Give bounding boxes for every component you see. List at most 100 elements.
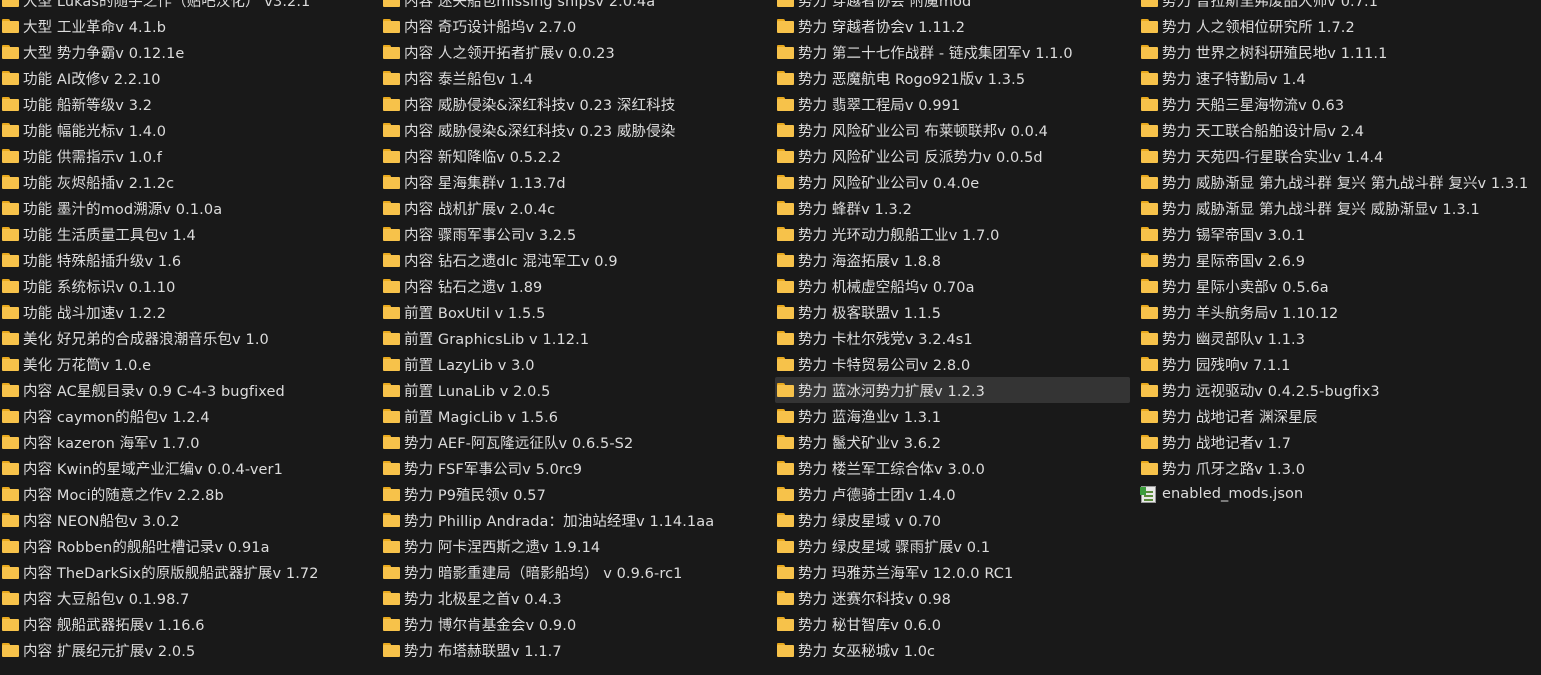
folder-item[interactable]: 功能 幅能光标v 1.4.0 (0, 117, 380, 143)
folder-item[interactable]: 内容 TheDarkSix的原版舰船武器扩展v 1.72 (0, 559, 380, 585)
folder-item[interactable]: 势力 女巫秘城v 1.0c (775, 637, 1130, 663)
folder-item[interactable]: 势力 恶魔航电 Rogo921版v 1.3.5 (775, 65, 1130, 91)
folder-item[interactable]: 势力 风险矿业公司 布莱顿联邦v 0.0.4 (775, 117, 1130, 143)
folder-item[interactable]: 势力 机械虚空船坞v 0.70a (775, 273, 1130, 299)
folder-item[interactable]: 内容 人之领开拓者扩展v 0.0.23 (381, 39, 771, 65)
folder-item[interactable]: 前置 GraphicsLib v 1.12.1 (381, 325, 771, 351)
folder-item[interactable]: 势力 天苑四-行星联合实业v 1.4.4 (1139, 143, 1541, 169)
folder-item[interactable]: 内容 Moci的随意之作v 2.2.8b (0, 481, 380, 507)
folder-item[interactable]: 势力 人之领相位研究所 1.7.2 (1139, 13, 1541, 39)
folder-item[interactable]: 功能 生活质量工具包v 1.4 (0, 221, 380, 247)
folder-item[interactable]: 势力 绿皮星域 骤雨扩展v 0.1 (775, 533, 1130, 559)
folder-item[interactable]: 势力 极客联盟v 1.1.5 (775, 299, 1130, 325)
folder-item[interactable]: 势力 P9殖民领v 0.57 (381, 481, 771, 507)
folder-item[interactable]: 势力 天船三星海物流v 0.63 (1139, 91, 1541, 117)
folder-item[interactable]: 内容 caymon的船包v 1.2.4 (0, 403, 380, 429)
folder-item[interactable]: 势力 蜂群v 1.3.2 (775, 195, 1130, 221)
folder-item[interactable]: 势力 布塔赫联盟v 1.1.7 (381, 637, 771, 663)
folder-item[interactable]: 势力 阿卡涅西斯之遗v 1.9.14 (381, 533, 771, 559)
folder-item[interactable]: 功能 AI改修v 2.2.10 (0, 65, 380, 91)
folder-item[interactable]: 前置 LunaLib v 2.0.5 (381, 377, 771, 403)
folder-item[interactable]: 内容 钻石之遗v 1.89 (381, 273, 771, 299)
folder-item[interactable]: 内容 Kwin的星域产业汇编v 0.0.4-ver1 (0, 455, 380, 481)
folder-item[interactable]: 势力 威胁渐显 第九战斗群 复兴 第九战斗群 复兴v 1.3.1 (1139, 169, 1541, 195)
folder-item[interactable]: 内容 奇巧设计船坞v 2.7.0 (381, 13, 771, 39)
folder-item[interactable]: 势力 卡特贸易公司v 2.8.0 (775, 351, 1130, 377)
folder-item[interactable]: 势力 第二十七作战群 - 链戍集团军v 1.1.0 (775, 39, 1130, 65)
folder-item[interactable]: 内容 大豆船包v 0.1.98.7 (0, 585, 380, 611)
folder-item[interactable]: 功能 供需指示v 1.0.f (0, 143, 380, 169)
folder-item[interactable]: 势力 远视驱动v 0.4.2.5-bugfix3 (1139, 377, 1541, 403)
folder-item[interactable]: 势力 星际帝国v 2.6.9 (1139, 247, 1541, 273)
folder-item[interactable]: 势力 世界之树科研殖民地v 1.11.1 (1139, 39, 1541, 65)
folder-item[interactable]: 前置 LazyLib v 3.0 (381, 351, 771, 377)
folder-item[interactable]: 内容 骤雨军事公司v 3.2.5 (381, 221, 771, 247)
folder-item[interactable]: 势力 穿越者协会 附魔mod (775, 0, 1130, 13)
folder-item[interactable]: 内容 星海集群v 1.13.7d (381, 169, 771, 195)
folder-item[interactable]: 内容 威胁侵染&深红科技v 0.23 深红科技 (381, 91, 771, 117)
folder-item[interactable]: 功能 战斗加速v 1.2.2 (0, 299, 380, 325)
folder-item[interactable]: 势力 绿皮星域 v 0.70 (775, 507, 1130, 533)
folder-item[interactable]: 势力 速子特勤局v 1.4 (1139, 65, 1541, 91)
folder-item[interactable]: 势力 迷赛尔科技v 0.98 (775, 585, 1130, 611)
folder-item[interactable]: 势力 暗影重建局（暗影船坞） v 0.9.6-rc1 (381, 559, 771, 585)
folder-item[interactable]: 内容 泰兰船包v 1.4 (381, 65, 771, 91)
folder-item[interactable]: 势力 海盗拓展v 1.8.8 (775, 247, 1130, 273)
folder-item[interactable]: 势力 园残响v 7.1.1 (1139, 351, 1541, 377)
folder-item[interactable]: 势力 穿越者协会v 1.11.2 (775, 13, 1130, 39)
folder-item[interactable]: 势力 天工联合船舶设计局v 2.4 (1139, 117, 1541, 143)
folder-item[interactable]: 势力 楼兰军工综合体v 3.0.0 (775, 455, 1130, 481)
folder-item[interactable]: 势力 Phillip Andrada：加油站经理v 1.14.1aa (381, 507, 771, 533)
folder-item[interactable]: 内容 AC星舰目录v 0.9 C-4-3 bugfixed (0, 377, 380, 403)
folder-item[interactable]: 势力 秘甘智库v 0.6.0 (775, 611, 1130, 637)
folder-item[interactable]: 大型 Lukas的随手之作（贴吧汉化） v3.2.1 (0, 0, 380, 13)
folder-item[interactable]: 内容 NEON船包v 3.0.2 (0, 507, 380, 533)
folder-item[interactable]: 势力 幽灵部队v 1.1.3 (1139, 325, 1541, 351)
folder-item[interactable]: 势力 翡翠工程局v 0.991 (775, 91, 1130, 117)
folder-item[interactable]: 美化 好兄弟的合成器浪潮音乐包v 1.0 (0, 325, 380, 351)
folder-item[interactable]: 内容 扩展纪元扩展v 2.0.5 (0, 637, 380, 663)
folder-item[interactable]: 势力 博尔肯基金会v 0.9.0 (381, 611, 771, 637)
folder-item[interactable]: 势力 北极星之首v 0.4.3 (381, 585, 771, 611)
folder-item[interactable]: 势力 风险矿业公司 反派势力v 0.0.5d (775, 143, 1130, 169)
folder-item[interactable]: 内容 威胁侵染&深红科技v 0.23 威胁侵染 (381, 117, 771, 143)
folder-item[interactable]: 势力 风险矿业公司v 0.4.0e (775, 169, 1130, 195)
file-item[interactable]: enabled_mods.json (1139, 481, 1541, 507)
folder-item[interactable]: 功能 系统标识v 0.1.10 (0, 273, 380, 299)
folder-item[interactable]: 势力 AEF-阿瓦隆远征队v 0.6.5-S2 (381, 429, 771, 455)
folder-item[interactable]: 势力 卡杜尔残党v 3.2.4s1 (775, 325, 1130, 351)
folder-item[interactable]: 势力 光环动力舰船工业v 1.7.0 (775, 221, 1130, 247)
folder-icon (383, 383, 400, 397)
folder-item[interactable]: 势力 战地记者v 1.7 (1139, 429, 1541, 455)
folder-item[interactable]: 势力 蓝冰河势力扩展v 1.2.3 (775, 377, 1130, 403)
folder-item[interactable]: 功能 船新等级v 3.2 (0, 91, 380, 117)
folder-item[interactable]: 内容 Robben的舰船吐槽记录v 0.91a (0, 533, 380, 559)
folder-item[interactable]: 内容 战机扩展v 2.0.4c (381, 195, 771, 221)
folder-item[interactable]: 大型 工业革命v 4.1.b (0, 13, 380, 39)
folder-item[interactable]: 功能 墨汁的mod溯源v 0.1.0a (0, 195, 380, 221)
folder-item[interactable]: 势力 星际小卖部v 0.5.6a (1139, 273, 1541, 299)
item-label: 势力 威胁渐显 第九战斗群 复兴 第九战斗群 复兴v 1.3.1 (1162, 175, 1529, 192)
folder-item[interactable]: 功能 灰烬船插v 2.1.2c (0, 169, 380, 195)
folder-item[interactable]: 势力 爪牙之路v 1.3.0 (1139, 455, 1541, 481)
folder-item[interactable]: 内容 钻石之遗dlc 混沌军工v 0.9 (381, 247, 771, 273)
folder-item[interactable]: 势力 玛雅苏兰海军v 12.0.0 RC1 (775, 559, 1130, 585)
folder-item[interactable]: 大型 势力争霸v 0.12.1e (0, 39, 380, 65)
folder-item[interactable]: 势力 普拉斯里弗废品大师v 0.7.1 (1139, 0, 1541, 13)
folder-item[interactable]: 内容 迷失船包missing shipsv 2.0.4a (381, 0, 771, 13)
folder-item[interactable]: 内容 kazeron 海军v 1.7.0 (0, 429, 380, 455)
folder-item[interactable]: 势力 战地记者 渊深星辰 (1139, 403, 1541, 429)
folder-item[interactable]: 内容 舰船武器拓展v 1.16.6 (0, 611, 380, 637)
folder-item[interactable]: 内容 新知降临v 0.5.2.2 (381, 143, 771, 169)
folder-item[interactable]: 势力 羊头航务局v 1.10.12 (1139, 299, 1541, 325)
folder-item[interactable]: 功能 特殊船插升级v 1.6 (0, 247, 380, 273)
folder-item[interactable]: 美化 万花筒v 1.0.e (0, 351, 380, 377)
folder-item[interactable]: 势力 FSF军事公司v 5.0rc9 (381, 455, 771, 481)
folder-item[interactable]: 势力 威胁渐显 第九战斗群 复兴 威胁渐显v 1.3.1 (1139, 195, 1541, 221)
folder-item[interactable]: 势力 卢德骑士团v 1.4.0 (775, 481, 1130, 507)
folder-item[interactable]: 前置 MagicLib v 1.5.6 (381, 403, 771, 429)
folder-item[interactable]: 势力 鬣犬矿业v 3.6.2 (775, 429, 1130, 455)
folder-item[interactable]: 前置 BoxUtil v 1.5.5 (381, 299, 771, 325)
folder-item[interactable]: 势力 锡罕帝国v 3.0.1 (1139, 221, 1541, 247)
folder-item[interactable]: 势力 蓝海渔业v 1.3.1 (775, 403, 1130, 429)
